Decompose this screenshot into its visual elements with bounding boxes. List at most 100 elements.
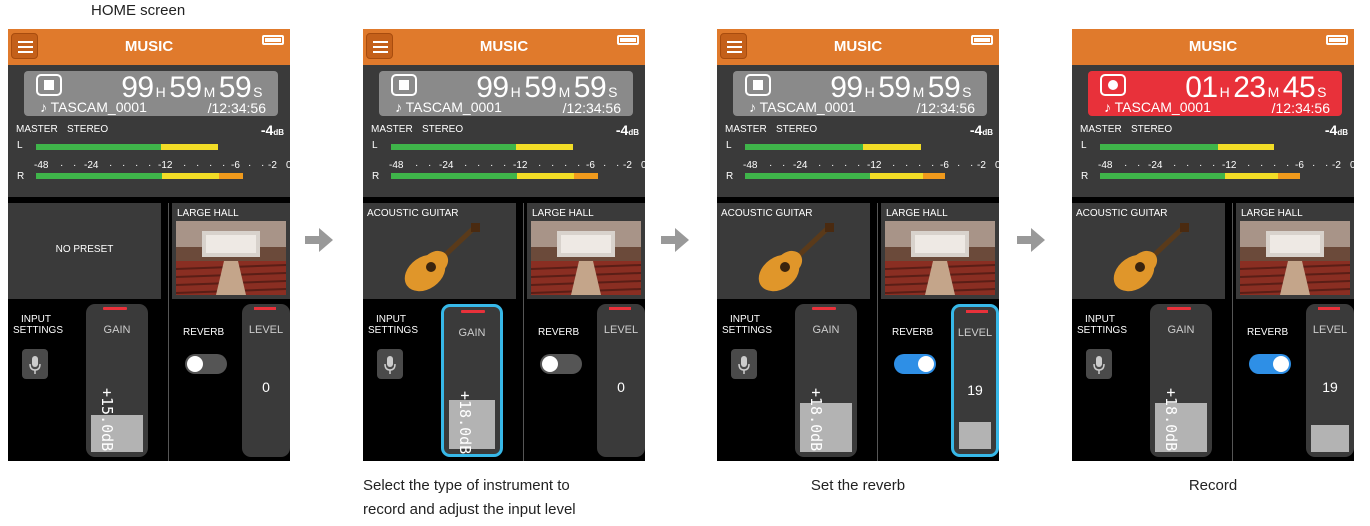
left-channel-label: L bbox=[372, 140, 378, 151]
reverb-toggle[interactable] bbox=[185, 354, 227, 374]
left-meter bbox=[391, 144, 631, 150]
instrument-preset-panel[interactable]: ACOUSTIC GUITAR bbox=[717, 203, 870, 299]
stereo-label: STEREO bbox=[776, 124, 818, 135]
status-panel: 01 H 23 M 45 S ♪ TASCAM_0001 /12:34:56 MASTER… bbox=[1072, 65, 1354, 197]
header-bar: MUSIC bbox=[8, 29, 290, 65]
reverb-type-panel[interactable]: LARGE HALL bbox=[172, 203, 290, 299]
level-value: 0 bbox=[617, 379, 625, 395]
record-icon bbox=[1100, 74, 1126, 96]
level-value: 19 bbox=[1322, 379, 1338, 395]
level-fill bbox=[959, 422, 991, 449]
time-counter: 99 H 59 M 59 S ♪ TASCAM_0001 /12:34:56 bbox=[379, 71, 633, 116]
header-bar: MUSIC bbox=[717, 29, 999, 65]
right-channel-label: R bbox=[372, 171, 380, 182]
header-bar: MUSIC bbox=[1072, 29, 1354, 65]
screen-title: MUSIC bbox=[124, 38, 174, 55]
input-settings-button[interactable] bbox=[22, 349, 48, 379]
master-label: MASTER bbox=[1080, 124, 1122, 135]
remaining-time: /12:34:56 bbox=[562, 100, 621, 116]
reverb-level-slider[interactable]: LEVEL 0 bbox=[242, 304, 290, 457]
step-caption-reverb: Set the reverb bbox=[810, 477, 906, 494]
right-channel-label: R bbox=[1081, 171, 1089, 182]
instrument-preset-panel[interactable]: ACOUSTIC GUITAR bbox=[363, 203, 516, 299]
status-panel: 99 H 59 M 59 S ♪ TASCAM_0001 /12:34:56 MASTER… bbox=[363, 65, 645, 197]
right-channel-label: R bbox=[17, 171, 25, 182]
input-settings-button[interactable] bbox=[1086, 349, 1112, 379]
input-settings-button[interactable] bbox=[731, 349, 757, 379]
level-value: 0 bbox=[262, 379, 270, 395]
reverb-screen: MUSIC 99 H 59 M 59 S ♪ TASCAM_0001 /12:34:56 … bbox=[717, 29, 999, 461]
reverb-toggle[interactable] bbox=[894, 354, 936, 374]
stop-icon bbox=[391, 74, 417, 96]
file-name: ♪ TASCAM_0001 bbox=[395, 99, 502, 115]
left-meter bbox=[745, 144, 985, 150]
left-meter bbox=[36, 144, 276, 150]
stereo-label: STEREO bbox=[1131, 124, 1173, 135]
instrument-preset-panel[interactable]: NO PRESET bbox=[8, 203, 161, 299]
arrow-right-icon bbox=[1017, 228, 1045, 252]
stop-icon bbox=[745, 74, 771, 96]
mic-icon bbox=[29, 356, 41, 374]
instrument-screen: MUSIC 99 H 59 M 59 S ♪ TASCAM_0001 /12:34:56 … bbox=[363, 29, 645, 461]
gain-slider[interactable]: GAIN +18.0dB bbox=[795, 304, 857, 457]
reverb-type-panel[interactable]: LARGE HALL bbox=[881, 203, 999, 299]
mic-icon bbox=[1093, 356, 1105, 374]
left-channel-label: L bbox=[17, 140, 23, 151]
divider bbox=[523, 203, 524, 461]
right-meter bbox=[36, 173, 276, 179]
divider bbox=[1232, 203, 1233, 461]
reverb-level-slider[interactable]: LEVEL 19 bbox=[1306, 304, 1354, 457]
reverb-level-slider[interactable]: LEVEL 0 bbox=[597, 304, 645, 457]
gain-slider[interactable]: GAIN +15.0dB bbox=[86, 304, 148, 457]
master-label: MASTER bbox=[371, 124, 413, 135]
acoustic-guitar-icon bbox=[758, 223, 834, 292]
instrument-preset-panel[interactable]: ACOUSTIC GUITAR bbox=[1072, 203, 1225, 299]
reverb-toggle[interactable] bbox=[1249, 354, 1291, 374]
step-caption-record: Record bbox=[1188, 477, 1238, 494]
acoustic-guitar-icon bbox=[1113, 223, 1189, 292]
battery-icon bbox=[971, 35, 993, 45]
master-label: MASTER bbox=[725, 124, 767, 135]
reverb-type-panel[interactable]: LARGE HALL bbox=[527, 203, 645, 299]
reverb-level-slider[interactable]: LEVEL 19 bbox=[951, 304, 999, 457]
concert-hall-image bbox=[531, 221, 641, 295]
left-meter bbox=[1100, 144, 1340, 150]
battery-icon bbox=[1326, 35, 1348, 45]
gain-slider[interactable]: GAIN +18.0dB bbox=[1150, 304, 1212, 457]
time-counter: 99 H 59 M 59 S ♪ TASCAM_0001 /12:34:56 bbox=[24, 71, 278, 116]
mic-icon bbox=[738, 356, 750, 374]
stereo-label: STEREO bbox=[67, 124, 109, 135]
reverb-label: REVERB bbox=[1247, 327, 1289, 338]
reverb-type-panel[interactable]: LARGE HALL bbox=[1236, 203, 1354, 299]
reverb-label: REVERB bbox=[538, 327, 580, 338]
home-screen: MUSIC 99 H 59 M 59 S ♪ TASCAM_0001 /12:34:56 … bbox=[8, 29, 290, 461]
gain-value: +18.0dB bbox=[456, 391, 474, 455]
level-fill bbox=[1311, 425, 1349, 452]
battery-icon bbox=[617, 35, 639, 45]
right-channel-label: R bbox=[726, 171, 734, 182]
master-db: -4dB bbox=[969, 122, 993, 138]
recording-screen: MUSIC 01 H 23 M 45 S ♪ TASCAM_0001 /12:34:56 … bbox=[1072, 29, 1354, 461]
divider bbox=[168, 203, 169, 461]
gain-value: +18.0dB bbox=[807, 388, 825, 452]
master-db: -4dB bbox=[615, 122, 639, 138]
gain-value: +18.0dB bbox=[1162, 388, 1180, 452]
home-screen-caption: HOME screen bbox=[91, 2, 186, 19]
screen-title: MUSIC bbox=[833, 38, 883, 55]
arrow-right-icon bbox=[661, 228, 689, 252]
divider bbox=[877, 203, 878, 461]
reverb-toggle[interactable] bbox=[540, 354, 582, 374]
right-meter bbox=[1100, 173, 1340, 179]
input-settings-label: INPUT SETTINGS bbox=[368, 314, 419, 336]
screen-title: MUSIC bbox=[1188, 38, 1238, 55]
left-channel-label: L bbox=[1081, 140, 1087, 151]
concert-hall-image bbox=[176, 221, 286, 295]
stereo-label: STEREO bbox=[422, 124, 464, 135]
gain-value: +15.0dB bbox=[98, 388, 116, 452]
status-panel: 99 H 59 M 59 S ♪ TASCAM_0001 /12:34:56 MASTER… bbox=[717, 65, 999, 197]
input-settings-button[interactable] bbox=[377, 349, 403, 379]
remaining-time: /12:34:56 bbox=[207, 100, 266, 116]
level-value: 19 bbox=[967, 382, 983, 398]
concert-hall-image bbox=[885, 221, 995, 295]
gain-slider[interactable]: GAIN +18.0dB bbox=[441, 304, 503, 457]
